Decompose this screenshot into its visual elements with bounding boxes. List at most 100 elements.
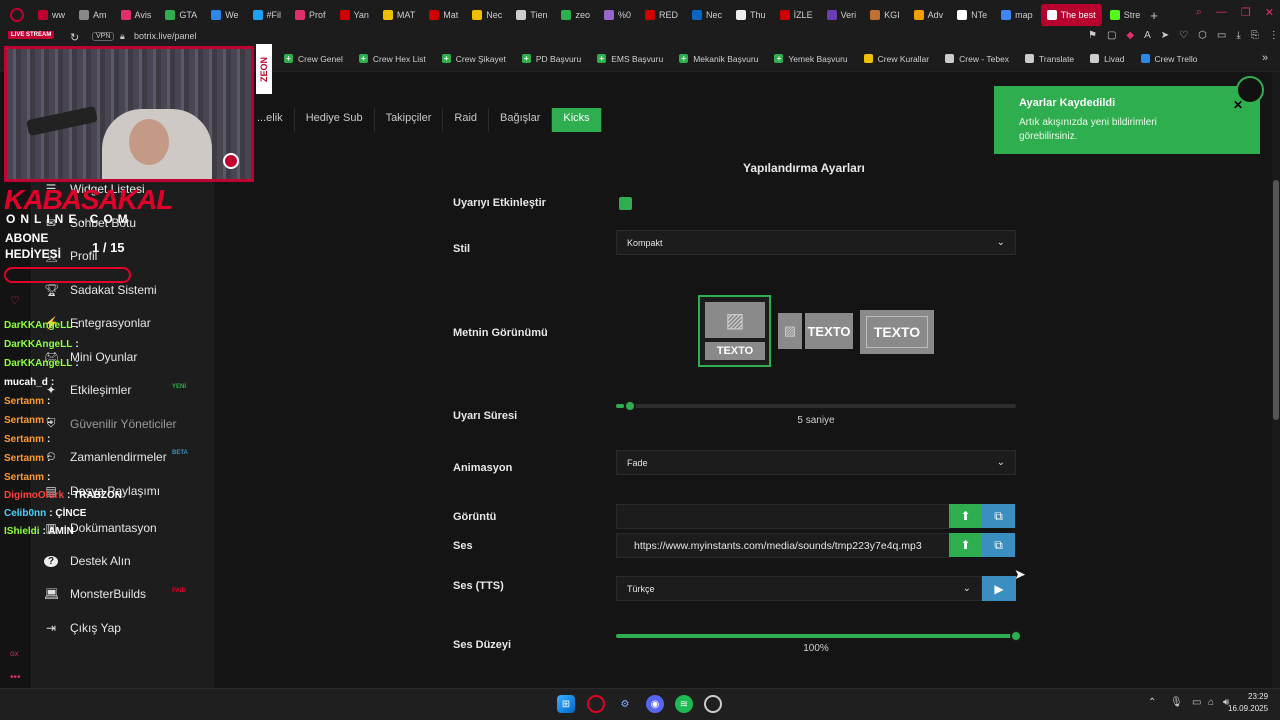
sidebar-item[interactable]: ✦ Etkileşimler [44,383,131,397]
bookmark-item[interactable]: Crew - Tebex [945,54,1009,64]
bookmark-item[interactable]: + Crew Hex List [358,54,426,64]
sidebar-item[interactable]: ⛨ Güvenilir Yöneticiler [44,416,176,431]
browser-tab[interactable]: Nec [686,4,728,26]
network-tray-icon[interactable]: ⌂ [1208,697,1214,708]
microphone-tray-icon[interactable]: 🎙︎ [1170,697,1183,708]
browser-tab[interactable]: %0 [598,4,637,26]
browser-tab[interactable]: Veri [821,4,863,26]
bookmark-item[interactable]: + Yemek Başvuru [774,54,848,64]
display-tray-icon[interactable]: ▭ [1192,697,1201,708]
bookmark-item[interactable]: + PD Başvuru [521,54,581,64]
windows-start-icon[interactable]: ⊞ [557,695,575,713]
spotify-icon[interactable]: ≋ [675,695,693,713]
clock-date[interactable]: 16.09.2025 [1228,704,1268,713]
bookmark-item[interactable]: + Crew Şikayet [441,54,506,64]
vpn-badge[interactable]: VPN [92,32,115,41]
browser-tab[interactable]: #Fil [247,4,288,26]
enable-alert-checkbox[interactable] [619,197,632,210]
browser-tab[interactable]: İZLE [774,4,819,26]
sidebar-item[interactable]: ⇥ Çıkış Yap [44,621,121,635]
bookmark-icon[interactable]: ⚑ [1088,30,1097,41]
volume-slider[interactable] [616,630,1022,642]
text-view-option-1[interactable]: ▨ TEXTO [698,295,771,367]
browser-tab[interactable]: MAT [377,4,421,26]
browser-tab[interactable]: Avis [115,4,158,26]
heart-sidebar-icon[interactable]: ♡ [10,294,20,307]
text-view-option-3[interactable]: TEXTO [860,310,934,354]
search-tabs-icon[interactable]: ⌕ [1196,6,1202,19]
browser-tab[interactable]: Stre [1104,4,1147,26]
volume-slider-handle[interactable] [1010,630,1022,642]
browser-tab[interactable]: GTA [159,4,203,26]
bookmark-item[interactable]: + Mekanik Başvuru [679,54,758,64]
bookmark-item[interactable]: + EMS Başvuru [597,54,663,64]
animation-select[interactable]: Fade ⌄ [616,450,1016,475]
duration-slider[interactable] [616,400,1016,412]
browser-tab[interactable]: Thu [730,4,772,26]
translate-icon[interactable]: A [1144,30,1151,41]
send-icon[interactable]: ➤ [1161,30,1169,41]
easy-setup-icon[interactable]: ⎘ [1251,30,1259,41]
browser-tab[interactable]: Nec [466,4,508,26]
browser-tab[interactable]: ww [32,4,71,26]
sidebar-item[interactable]: ⏲ Zamanlendirmeler [44,449,166,464]
text-view-option-2[interactable]: ▨ TEXTO [778,313,853,351]
browser-tab[interactable]: zeo [555,4,596,26]
tray-chevron-icon[interactable]: ⌃ [1148,697,1156,708]
sound-url-field[interactable]: https://www.myinstants.com/media/sounds/… [616,533,950,558]
browser-tab[interactable]: Yan [334,4,375,26]
browser-tab[interactable]: RED [639,4,684,26]
sidebar-item[interactable]: 💻︎ MonsterBuilds [44,587,146,601]
opera-gx-taskbar-icon[interactable] [587,695,605,713]
browser-tab[interactable]: map [995,4,1039,26]
new-tab-button[interactable]: + [1150,8,1158,23]
settings-app-icon[interactable]: ⚙ [616,695,634,713]
browser-tab[interactable]: We [205,4,244,26]
bookmark-item[interactable]: Translate [1025,54,1074,64]
sound-gallery-button[interactable]: ⧉ [982,533,1015,557]
bookmark-item[interactable]: Crew Trello [1140,54,1197,64]
url-field[interactable]: botrix.live/panel [134,31,197,41]
event-tab[interactable]: Raid [443,108,490,132]
browser-tab[interactable]: KGI [864,4,906,26]
clock-time[interactable]: 23:29 [1248,692,1268,701]
minimize-icon[interactable]: — [1216,6,1227,19]
close-window-icon[interactable]: ✕ [1265,6,1274,19]
gx-icon[interactable]: GX [10,652,19,658]
browser-tab[interactable]: NTe [951,4,993,26]
bookmarks-more-icon[interactable]: » [1262,52,1268,64]
duration-slider-handle[interactable] [624,400,636,412]
menu-icon[interactable]: ⋮ [1269,30,1279,41]
shield-icon[interactable]: ◆ [1126,30,1134,41]
more-icon[interactable]: ••• [10,672,21,683]
bookmark-item[interactable]: Livad [1090,54,1125,64]
wallet-icon[interactable]: ▭ [1217,30,1226,41]
style-select[interactable]: Kompakt ⌄ [616,230,1016,255]
browser-tab[interactable]: Tien [510,4,553,26]
image-gallery-button[interactable]: ⧉ [982,504,1015,528]
steam-icon[interactable] [704,695,722,713]
image-upload-button[interactable]: ⬆ [949,504,982,528]
browser-tab[interactable]: Prof [289,4,332,26]
sidebar-item[interactable]: ? Destek Alın [44,554,131,568]
event-tab[interactable]: Hediye Sub [295,108,375,132]
page-scrollbar-thumb[interactable] [1273,180,1279,420]
bookmark-item[interactable]: Crew Kurallar [863,54,929,64]
bookmark-item[interactable]: + Crew Genel [284,54,343,64]
browser-tab[interactable]: Am [73,4,113,26]
event-tab[interactable]: Bağışlar [489,108,553,132]
reload-icon[interactable]: ↻ [70,31,79,44]
browser-tab[interactable]: Adv [908,4,950,26]
event-tab[interactable]: Takipçiler [375,108,444,132]
browser-tab[interactable]: The best [1040,4,1102,26]
sidebar-item[interactable]: 🏆︎ Sadakat Sistemi [44,283,157,297]
discord-icon[interactable]: ◉ [646,695,664,713]
extensions-icon[interactable]: ⬡ [1198,30,1207,41]
heart-icon[interactable]: ♡ [1179,30,1188,41]
download-icon[interactable]: ⤓ [1236,30,1240,41]
maximize-icon[interactable]: ❐ [1241,6,1251,19]
sound-upload-button[interactable]: ⬆ [949,533,982,557]
browser-tab[interactable]: Mat [423,4,464,26]
opera-logo-icon[interactable] [10,8,24,22]
tts-language-select[interactable]: Türkçe ⌄ [616,576,982,601]
